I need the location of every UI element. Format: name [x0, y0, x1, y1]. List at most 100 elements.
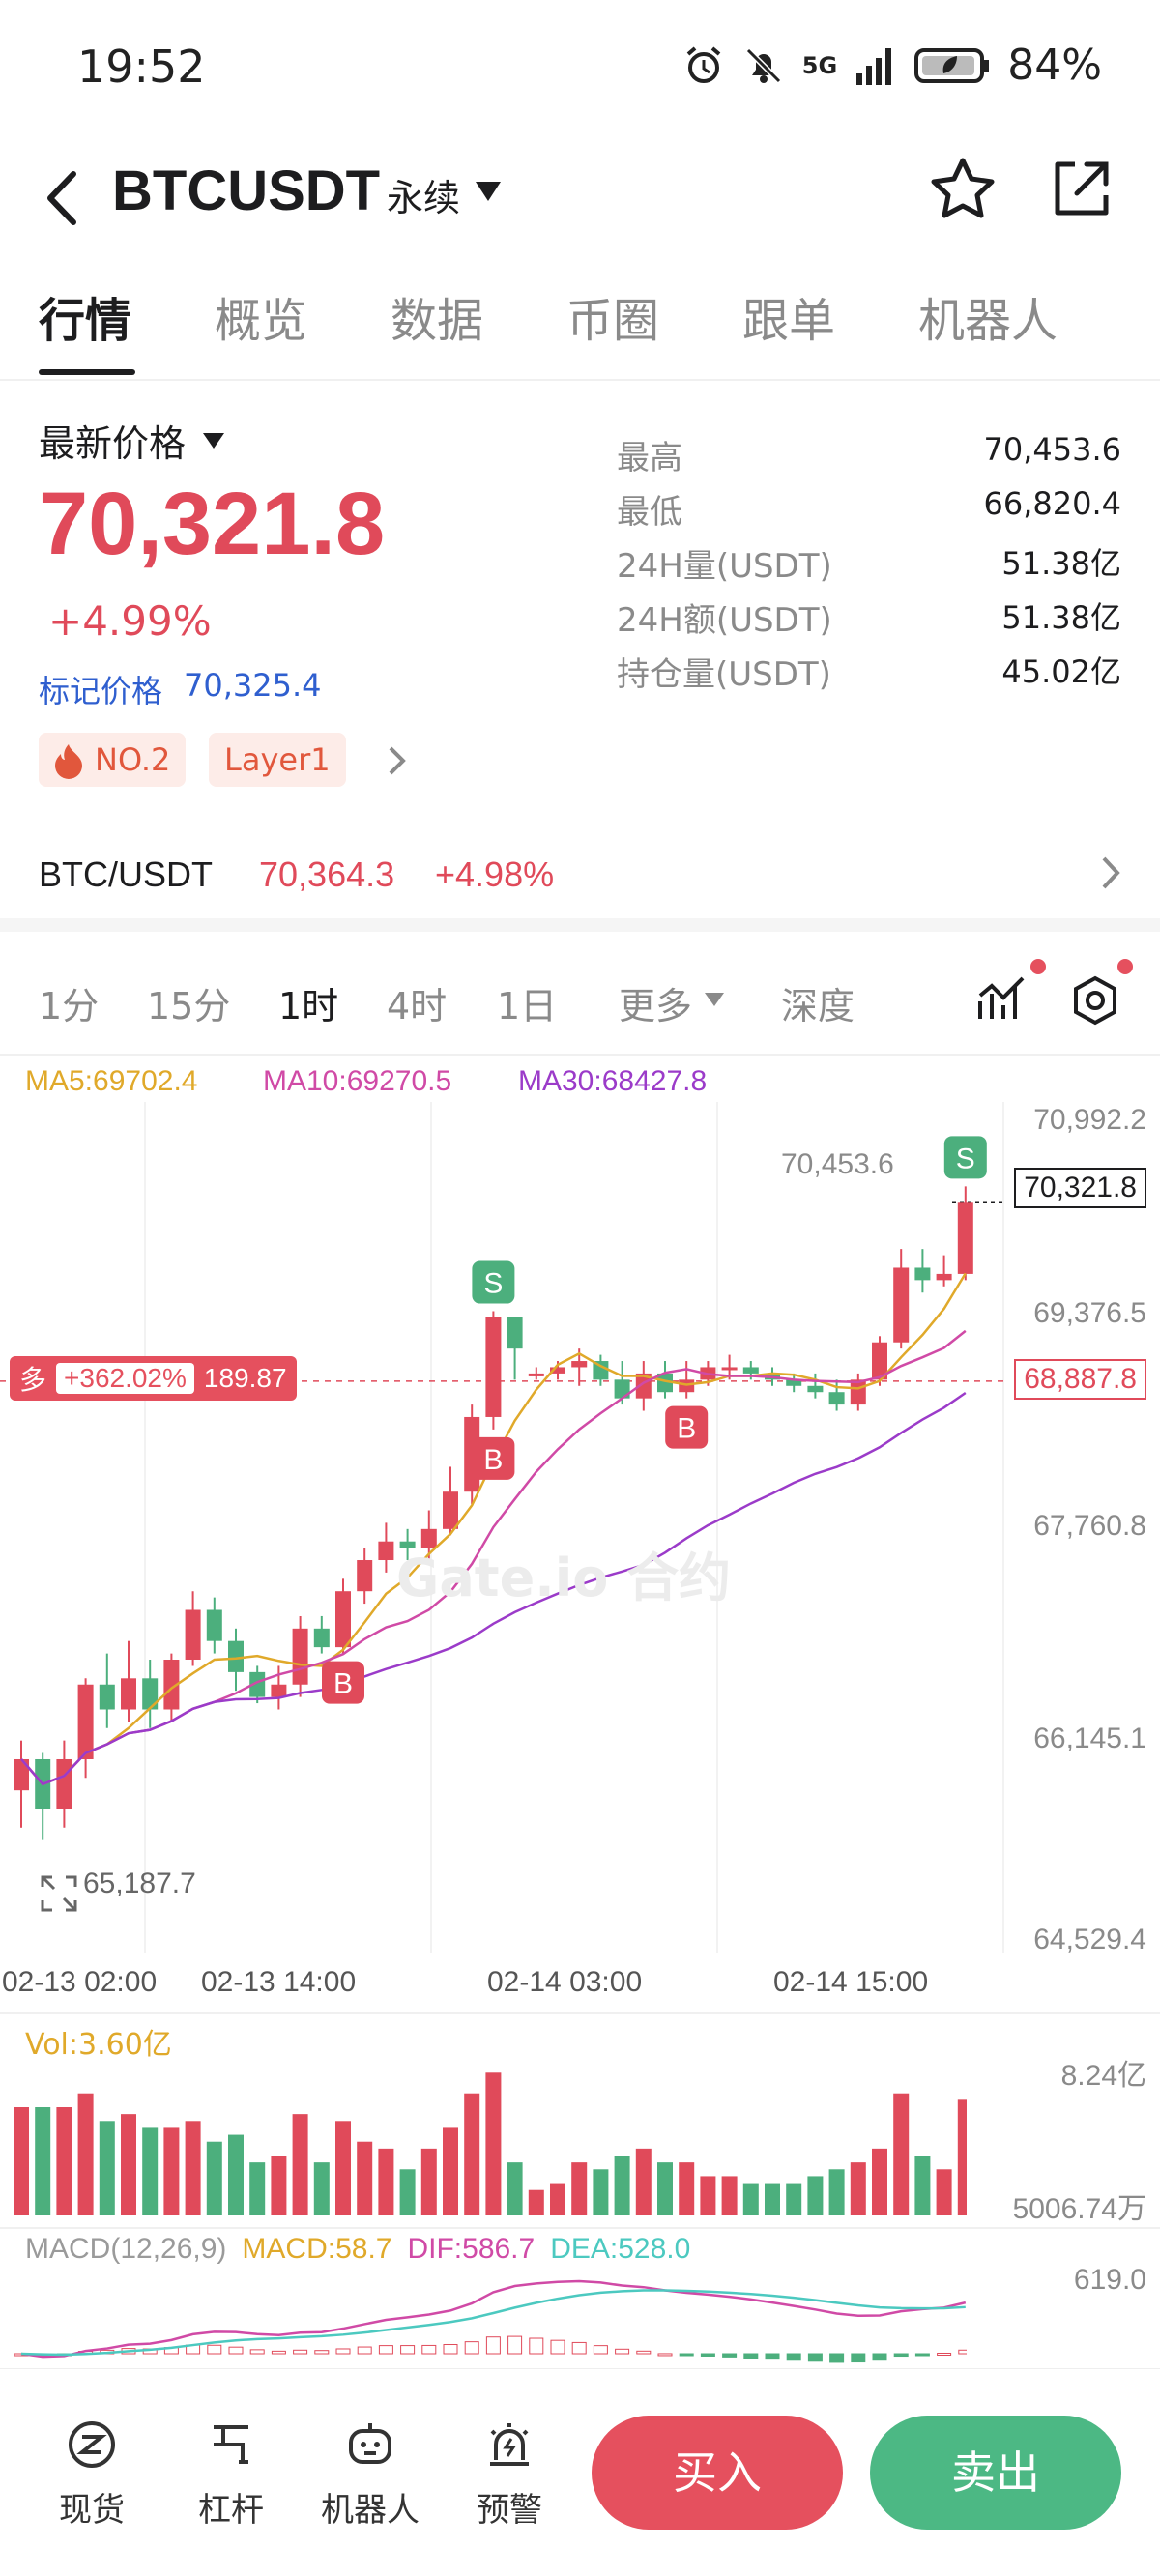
- y-tick-5: 64,529.4: [1033, 1924, 1146, 1955]
- divider-volume: [0, 2012, 1160, 2014]
- candle: [507, 1317, 523, 1349]
- macd-bar: [872, 2353, 887, 2361]
- volume-bar: [571, 2162, 588, 2215]
- candle: [77, 1684, 94, 1759]
- share-icon[interactable]: [1046, 155, 1116, 224]
- tab-bot[interactable]: 机器人: [918, 282, 1058, 350]
- tf-1m[interactable]: 1分: [39, 976, 99, 1029]
- volume-bar: [635, 2148, 652, 2215]
- rank-tag[interactable]: NO.2: [39, 733, 187, 787]
- stat-vol-value: 51.38亿: [1001, 545, 1121, 582]
- stat-oi-label: 持仓量(USDT): [617, 655, 831, 694]
- spot-chevron-icon: [1102, 856, 1120, 889]
- tf-15m[interactable]: 15分: [147, 976, 230, 1029]
- volume-bar: [657, 2162, 673, 2215]
- macd-bar: [914, 2353, 930, 2357]
- candlestick-chart[interactable]: B B B S S: [0, 1102, 1160, 1953]
- volume-bar: [443, 2127, 458, 2215]
- nav-bot[interactable]: 机器人: [317, 2417, 423, 2531]
- sell-button[interactable]: 卖出: [870, 2416, 1121, 2530]
- macd-bar: [765, 2353, 780, 2360]
- macd-dea-line: [20, 2289, 966, 2357]
- expand-icon[interactable]: [39, 1873, 79, 1914]
- pair-title[interactable]: BTCUSDT: [112, 159, 380, 223]
- nav-spot-label: 现货: [59, 2491, 125, 2530]
- macd-bar: [400, 2345, 416, 2355]
- tab-market[interactable]: 行情: [39, 282, 131, 350]
- macd-chart: [14, 2279, 967, 2363]
- nav-spot[interactable]: 现货: [39, 2417, 145, 2531]
- app-header: BTCUSDT 永续: [0, 145, 1160, 251]
- category-tag[interactable]: Layer1: [209, 733, 346, 787]
- x-tick-1: 02-13 02:00: [2, 1966, 158, 1998]
- category-tag-label: Layer1: [224, 741, 331, 778]
- indicator-dot: [1030, 959, 1046, 974]
- settings-icon[interactable]: [1069, 974, 1121, 1027]
- contract-type[interactable]: 永续: [387, 168, 460, 221]
- y-tick-1: 70,992.2: [1033, 1104, 1146, 1136]
- nav-alert[interactable]: 预警: [456, 2417, 563, 2531]
- spot-pair: BTC/USDT: [39, 854, 213, 894]
- macd-bar: [722, 2353, 738, 2358]
- candle: [357, 1560, 373, 1592]
- caret-down-icon[interactable]: [474, 180, 503, 203]
- macd-bar: [700, 2353, 715, 2357]
- stat-vol-label: 24H量(USDT): [617, 547, 832, 586]
- macd-legend: MACD(12,26,9) MACD:58.7 DIF:586.7 DEA:52…: [25, 2233, 690, 2266]
- volume-bar: [206, 2141, 222, 2215]
- macd-bar: [314, 2350, 330, 2355]
- nav-margin[interactable]: 杠杆: [178, 2417, 284, 2531]
- spot-row[interactable]: BTC/USDT 70,364.3 +4.98%: [0, 833, 1160, 932]
- tf-depth[interactable]: 深度: [781, 976, 855, 1029]
- high-marker: 70,453.6: [781, 1148, 894, 1180]
- stat-low-label: 最低: [617, 493, 682, 532]
- tf-more[interactable]: 更多: [619, 976, 692, 1029]
- macd-bar: [464, 2341, 479, 2355]
- position-badge[interactable]: 多 +362.02% 189.87: [10, 1356, 297, 1401]
- tf-1d[interactable]: 1日: [497, 976, 557, 1029]
- macd-bar: [378, 2345, 393, 2355]
- main-tabs: 行情 概览 数据 币圈 跟单 机器人: [0, 273, 1160, 381]
- spot-icon: [69, 2421, 115, 2468]
- candle: [206, 1609, 222, 1641]
- x-tick-2: 02-13 14:00: [201, 1966, 357, 1998]
- candle: [99, 1684, 115, 1710]
- macd-dea: DEA:528.0: [550, 2233, 691, 2265]
- battery-level: 84%: [1007, 41, 1102, 90]
- macd-bar: [335, 2348, 351, 2355]
- chevron-right-icon[interactable]: [387, 744, 408, 777]
- volume-bar: [121, 2114, 136, 2215]
- robot-icon: [349, 2423, 392, 2464]
- candle: [742, 1367, 759, 1374]
- tab-overview[interactable]: 概览: [215, 282, 307, 350]
- back-arrow-icon[interactable]: [35, 164, 89, 232]
- trade-marker-label-3: S: [483, 1268, 503, 1300]
- volume-bar: [593, 2169, 609, 2215]
- indicator-icon[interactable]: [976, 972, 1030, 1025]
- volume-bar: [35, 2107, 51, 2215]
- price-caret-icon[interactable]: [201, 431, 226, 450]
- stat-high-value: 70,453.6: [983, 431, 1122, 468]
- alert-icon: [490, 2423, 529, 2466]
- volume-bar: [507, 2162, 523, 2215]
- tab-data[interactable]: 数据: [391, 282, 483, 350]
- signal-icon: [856, 47, 892, 85]
- tab-copy-trade[interactable]: 跟单: [742, 282, 835, 350]
- trade-marker-label-1: B: [483, 1444, 503, 1476]
- more-caret-icon[interactable]: [704, 992, 725, 1007]
- star-icon[interactable]: [928, 155, 998, 224]
- candle: [335, 1591, 351, 1648]
- tab-community[interactable]: 币圈: [566, 282, 659, 350]
- tf-1h[interactable]: 1时: [278, 976, 338, 1029]
- macd-bar: [485, 2336, 501, 2355]
- candle: [936, 1273, 952, 1281]
- price-label[interactable]: 最新价格: [39, 414, 186, 467]
- volume-bar: [228, 2134, 244, 2215]
- buy-button[interactable]: 买入: [592, 2416, 843, 2530]
- mark-price-label[interactable]: 标记价格: [39, 667, 162, 711]
- y-tick-3: 67,760.8: [1033, 1510, 1146, 1542]
- candle: [271, 1684, 287, 1697]
- tf-4h[interactable]: 4时: [387, 976, 447, 1029]
- y-tick-2: 69,376.5: [1033, 1297, 1146, 1329]
- y-tick-4: 66,145.1: [1033, 1722, 1146, 1754]
